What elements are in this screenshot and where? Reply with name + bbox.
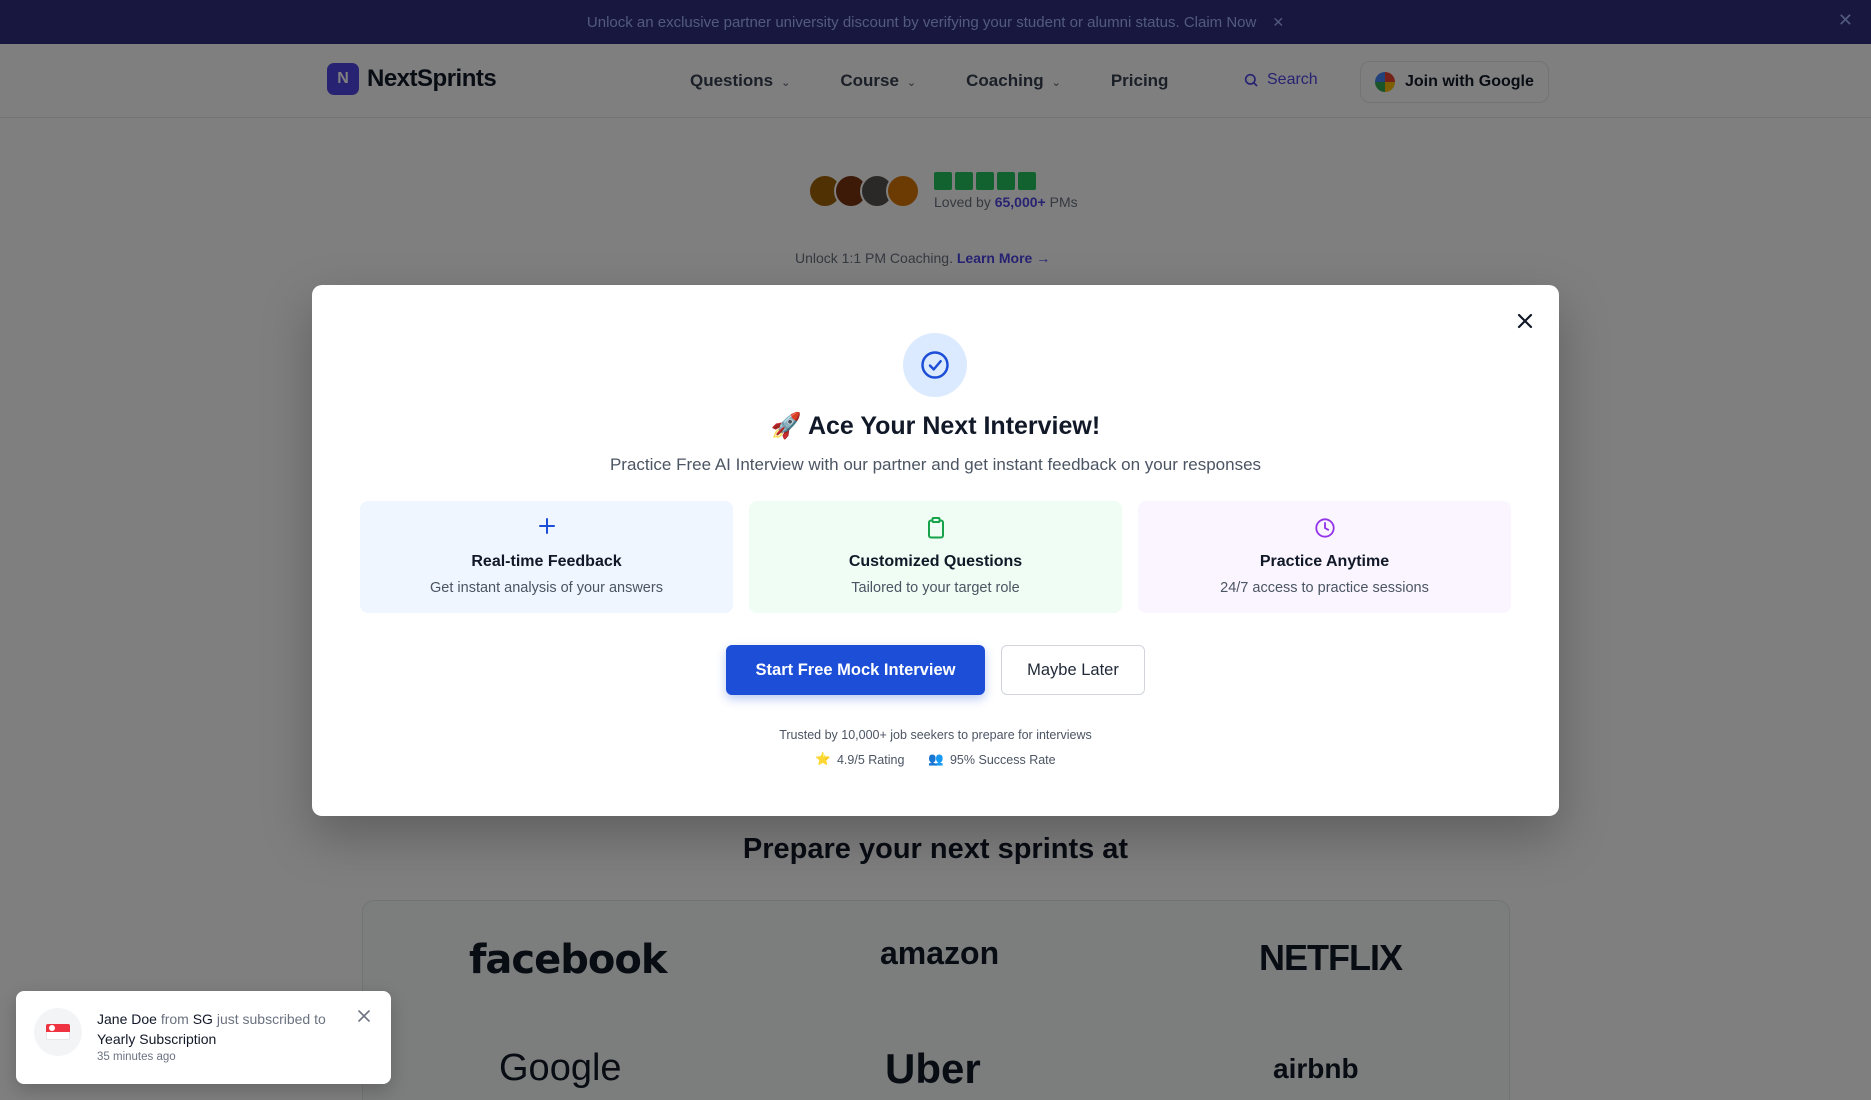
toast-message: Jane Doe from SG just subscribed to Year… [97, 1009, 337, 1049]
users-icon: 👥 [928, 752, 944, 766]
toast-user-name: Jane Doe [97, 1011, 157, 1027]
trust-text: Trusted by 10,000+ job seekers to prepar… [779, 728, 1092, 742]
modal-subtitle: Practice Free AI Interview with our part… [609, 455, 1262, 474]
clipboard-icon [749, 517, 1122, 541]
feature-card-realtime-feedback: Real-time Feedback Get instant analysis … [360, 501, 733, 613]
plus-icon [360, 517, 733, 541]
rating-stat: ⭐ 4.9/5 Rating [815, 752, 904, 767]
success-rate-label: 95% Success Rate [949, 752, 1056, 767]
start-free-mock-interview-button[interactable]: Start Free Mock Interview [726, 645, 985, 695]
star-icon: ⭐ [815, 752, 831, 766]
modal-close-button[interactable] [1513, 309, 1537, 333]
singapore-flag-icon [46, 1024, 70, 1040]
toast-close-button[interactable] [357, 1009, 373, 1025]
maybe-later-button[interactable]: Maybe Later [1001, 645, 1145, 695]
success-rate-stat: 👥 95% Success Rate [928, 752, 1055, 767]
modal-title: 🚀 Ace Your Next Interview! [770, 412, 1101, 440]
country-flag-badge [34, 1008, 82, 1056]
subscription-toast: Jane Doe from SG just subscribed to Year… [16, 991, 391, 1084]
mock-interview-modal: 🚀 Ace Your Next Interview! Practice Free… [312, 285, 1559, 816]
feature-description: 24/7 access to practice sessions [1220, 580, 1429, 596]
feature-title: Real-time Feedback [471, 553, 622, 570]
toast-timestamp: 35 minutes ago [97, 1051, 176, 1063]
feature-title: Customized Questions [848, 553, 1023, 570]
toast-to-word: to [314, 1011, 326, 1027]
feature-title: Practice Anytime [1259, 553, 1390, 570]
toast-plan: Yearly Subscription [97, 1031, 217, 1047]
toast-from-word: from [160, 1011, 189, 1027]
toast-action: just subscribed [216, 1011, 311, 1027]
feature-description: Tailored to your target role [851, 580, 1020, 596]
close-icon [358, 1010, 370, 1022]
feature-description: Get instant analysis of your answers [430, 580, 663, 596]
feature-card-customized-questions: Customized Questions Tailored to your ta… [749, 501, 1122, 613]
trust-stats: ⭐ 4.9/5 Rating 👥 95% Success Rate [312, 752, 1559, 767]
check-circle-icon [903, 333, 967, 397]
rating-stat-label: 4.9/5 Rating [836, 752, 905, 767]
toast-country: SG [192, 1011, 213, 1027]
close-icon [1517, 313, 1533, 329]
clock-icon [1138, 517, 1511, 541]
feature-card-practice-anytime: Practice Anytime 24/7 access to practice… [1138, 501, 1511, 613]
